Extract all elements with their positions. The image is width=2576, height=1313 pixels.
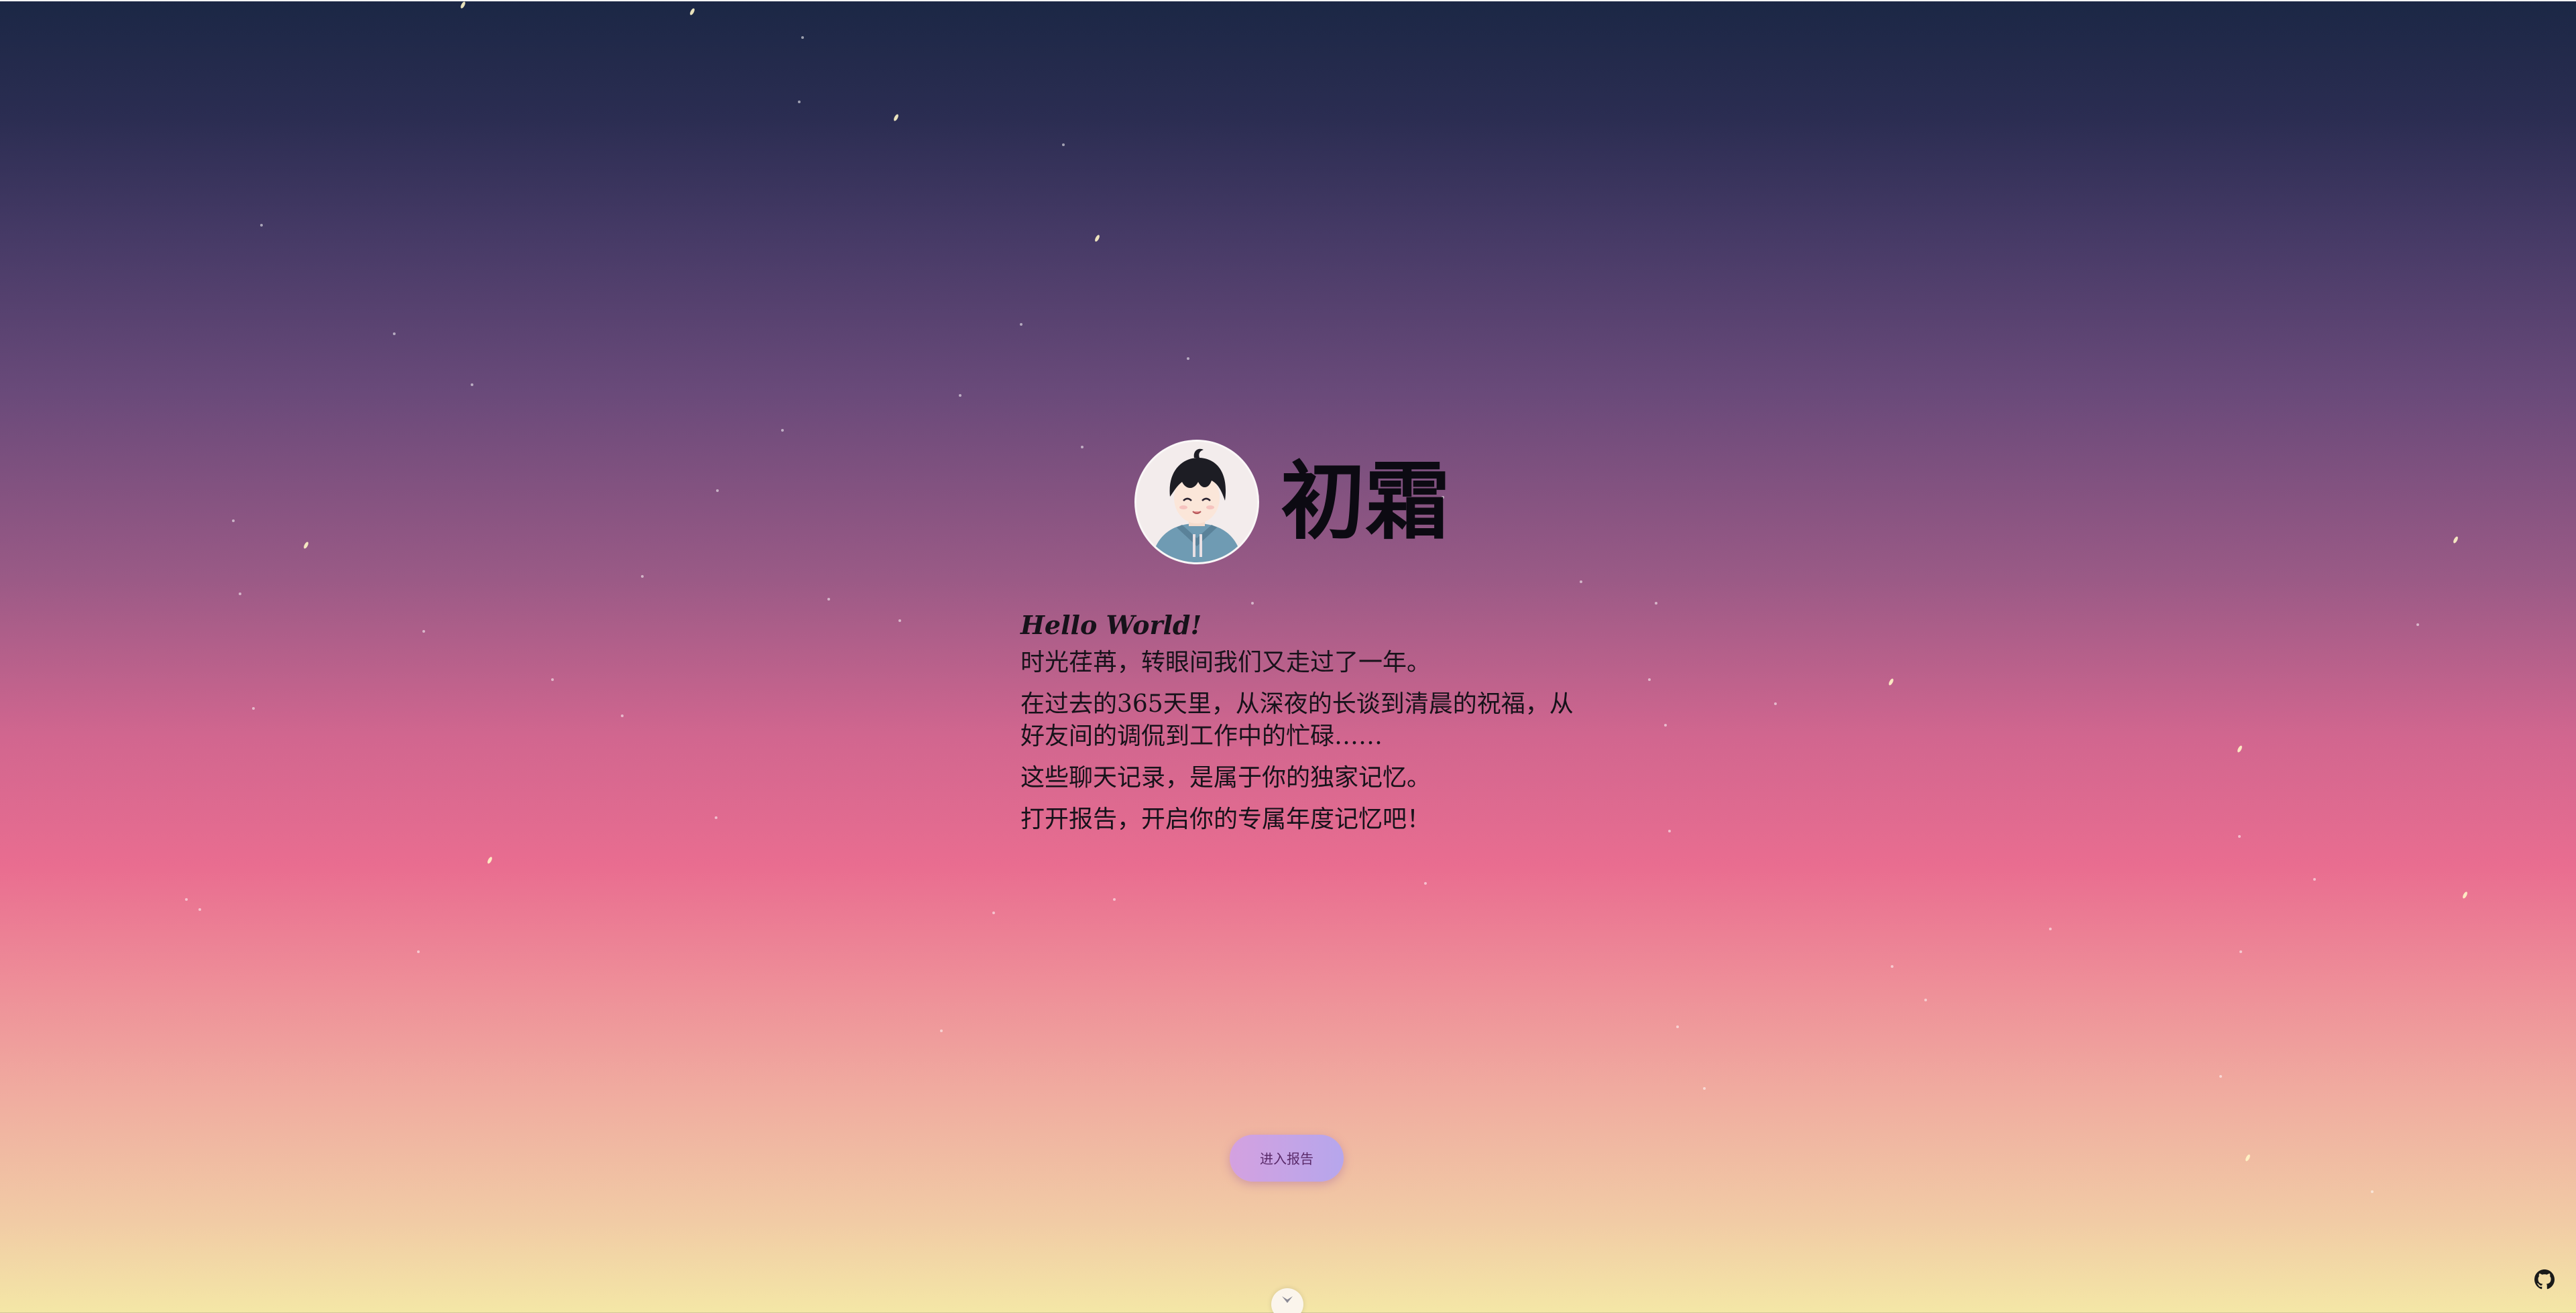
intro-section: Hello World! 时光荏苒，转眼间我们又走过了一年。 在过去的365天里… <box>1020 607 1577 845</box>
intro-line-1: 时光荏苒，转眼间我们又走过了一年。 <box>1020 649 1431 676</box>
intro-line-4: 打开报告，开启你的专属年度记忆吧！ <box>1020 806 1431 833</box>
chevron-down-icon <box>1282 1296 1293 1303</box>
greeting-text: Hello World! <box>1020 610 1202 640</box>
scroll-down-button[interactable] <box>1271 1288 1303 1313</box>
intro-line-3: 这些聊天记录，是属于你的独家记忆。 <box>1020 764 1431 792</box>
github-icon <box>2534 1269 2555 1290</box>
top-edge <box>0 0 2576 1</box>
avatar <box>1134 440 1259 564</box>
enter-report-button[interactable]: 进入报告 <box>1230 1135 1344 1182</box>
intro-line-2: 在过去的365天里，从深夜的长谈到清晨的祝福，从好友间的调侃到工作中的忙碌…… <box>1020 690 1574 750</box>
profile-header: 初霜 <box>1134 440 1450 564</box>
anime-boy-avatar-icon <box>1136 442 1257 562</box>
github-link[interactable] <box>2534 1269 2555 1290</box>
profile-name: 初霜 <box>1281 452 1450 551</box>
